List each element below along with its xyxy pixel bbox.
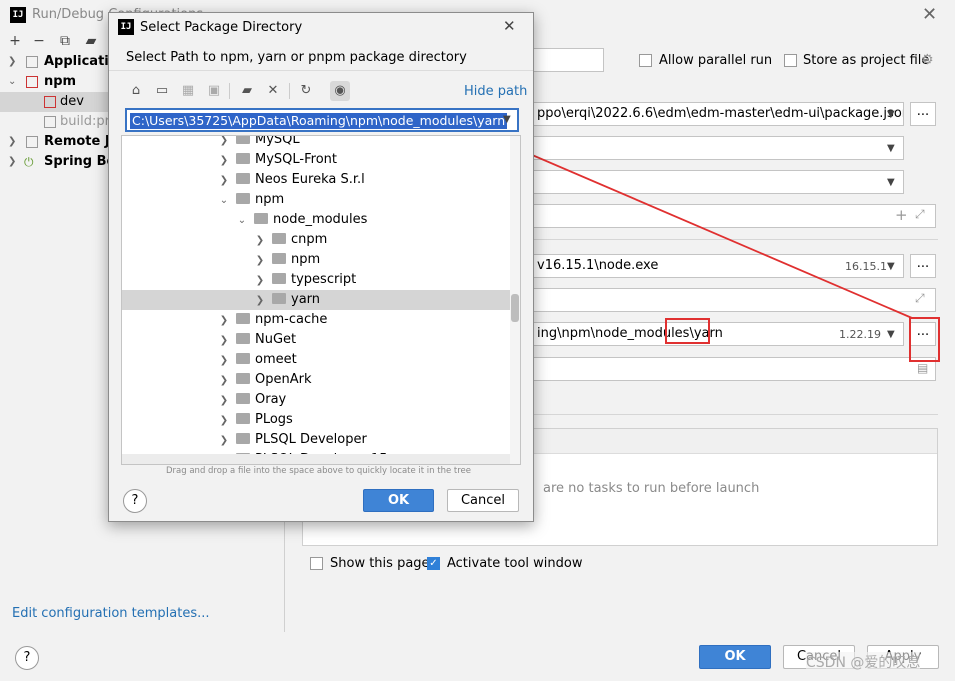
show-hidden-icon[interactable]: ◉ (330, 81, 350, 101)
tree-folder-row[interactable]: ❯ OpenArk (122, 370, 512, 390)
chevron-down-icon[interactable]: ▼ (503, 114, 511, 125)
chevron-down-icon[interactable]: ⌄ (218, 191, 230, 211)
divider (289, 83, 290, 99)
directory-tree: ❯ MySQL ❯ MySQL-Front ❯ Neos Eureka S.r.l ⌄ npm… (121, 135, 521, 465)
folder-label: cnpm (291, 232, 328, 247)
chevron-right-icon[interactable]: ❯ (218, 151, 230, 171)
folder-label: NuGet (255, 332, 297, 347)
folder-label: OpenArk (255, 372, 312, 387)
folder-label: typescript (291, 272, 357, 287)
folder-label: PLSQL Developer (255, 432, 367, 447)
path-input[interactable]: C:\Users\35725\AppData\Roaming\npm\node_… (125, 108, 519, 132)
folder-icon (272, 293, 286, 304)
chevron-right-icon[interactable]: ❯ (254, 291, 266, 311)
refresh-icon[interactable]: ↻ (296, 81, 316, 101)
drag-hint: Drag and drop a file into the space abov… (166, 466, 472, 476)
folder-icon (236, 353, 250, 364)
project-icon[interactable]: ▦ (178, 81, 198, 101)
intellij-logo-icon: IJ (118, 19, 134, 35)
tree-folder-row[interactable]: ❯ Neos Eureka S.r.l (122, 170, 512, 190)
folder-icon (236, 333, 250, 344)
chevron-right-icon[interactable]: ❯ (218, 411, 230, 431)
desktop-icon[interactable]: ▭ (152, 81, 172, 101)
close-icon[interactable]: ✕ (503, 17, 516, 35)
dialog-title: Select Package Directory (140, 20, 303, 35)
module-icon[interactable]: ▣ (204, 81, 224, 101)
chevron-right-icon[interactable]: ❯ (254, 251, 266, 271)
folder-label: npm (255, 192, 285, 207)
folder-label: MySQL (255, 135, 300, 147)
tree-folder-row[interactable]: ❯ typescript (122, 270, 512, 290)
folder-label: PLogs (255, 412, 293, 427)
dialog-subtitle: Select Path to npm, yarn or pnpm package… (126, 50, 467, 65)
tree-folder-row[interactable]: ❯ cnpm (122, 230, 512, 250)
chevron-right-icon[interactable]: ❯ (254, 271, 266, 291)
folder-icon (236, 413, 250, 424)
folder-label: MySQL-Front (255, 152, 337, 167)
folder-icon (236, 153, 250, 164)
folder-icon (272, 233, 286, 244)
chevron-right-icon[interactable]: ❯ (254, 231, 266, 251)
select-package-directory-dialog: IJ Select Package Directory ✕ Select Pat… (108, 12, 534, 522)
folder-icon (236, 373, 250, 384)
new-folder-icon[interactable]: ▰ (237, 81, 257, 101)
folder-icon (236, 433, 250, 444)
tree-folder-row[interactable]: ❯ MySQL (122, 135, 512, 151)
folder-label: Oray (255, 392, 287, 407)
tree-folder-row[interactable]: ❯ npm-cache (122, 310, 512, 330)
divider (229, 83, 230, 99)
dialog-cancel-button[interactable]: Cancel (447, 489, 519, 512)
tree-folder-row[interactable]: ❯ PLSQL Developer (122, 430, 512, 450)
divider (109, 70, 533, 71)
horizontal-scrollbar[interactable] (122, 454, 510, 464)
chevron-right-icon[interactable]: ❯ (218, 171, 230, 191)
chevron-right-icon[interactable]: ❯ (218, 351, 230, 371)
hide-path-link[interactable]: Hide path (464, 84, 527, 99)
folder-label: npm-cache (255, 312, 328, 327)
folder-label: npm (291, 252, 321, 267)
folder-label: omeet (255, 352, 297, 367)
chevron-right-icon[interactable]: ❯ (218, 431, 230, 451)
chevron-right-icon[interactable]: ❯ (218, 391, 230, 411)
scrollbar-thumb[interactable] (511, 294, 519, 322)
folder-label: node_modules (273, 212, 368, 227)
folder-icon (236, 193, 250, 204)
chevron-down-icon[interactable]: ⌄ (236, 211, 248, 231)
folder-icon (254, 213, 268, 224)
folder-icon (236, 173, 250, 184)
folder-icon (272, 273, 286, 284)
tree-folder-row[interactable]: ❯ omeet (122, 350, 512, 370)
chevron-right-icon[interactable]: ❯ (218, 311, 230, 331)
delete-icon[interactable]: ✕ (263, 81, 283, 101)
dialog-ok-button[interactable]: OK (363, 489, 434, 512)
folder-icon (236, 393, 250, 404)
home-icon[interactable]: ⌂ (126, 81, 146, 101)
folder-icon (272, 253, 286, 264)
help-button[interactable]: ? (123, 489, 147, 513)
folder-label: yarn (291, 292, 321, 307)
tree-folder-row[interactable]: ⌄ npm (122, 190, 512, 210)
tree-folder-row[interactable]: ⌄ node_modules (122, 210, 512, 230)
folder-icon (236, 313, 250, 324)
chevron-right-icon[interactable]: ❯ (218, 331, 230, 351)
chevron-right-icon[interactable]: ❯ (218, 136, 230, 151)
tree-folder-row[interactable]: ❯ npm (122, 250, 512, 270)
tree-folder-row[interactable]: ❯ NuGet (122, 330, 512, 350)
tree-folder-row[interactable]: ❯ Oray (122, 390, 512, 410)
tree-folder-row[interactable]: ❯ PLogs (122, 410, 512, 430)
tree-folder-row[interactable]: ❯ MySQL-Front (122, 150, 512, 170)
chevron-right-icon[interactable]: ❯ (218, 371, 230, 391)
folder-label: Neos Eureka S.r.l (255, 172, 365, 187)
folder-icon (236, 136, 250, 144)
tree-folder-row[interactable]: ❯ yarn (122, 290, 512, 310)
